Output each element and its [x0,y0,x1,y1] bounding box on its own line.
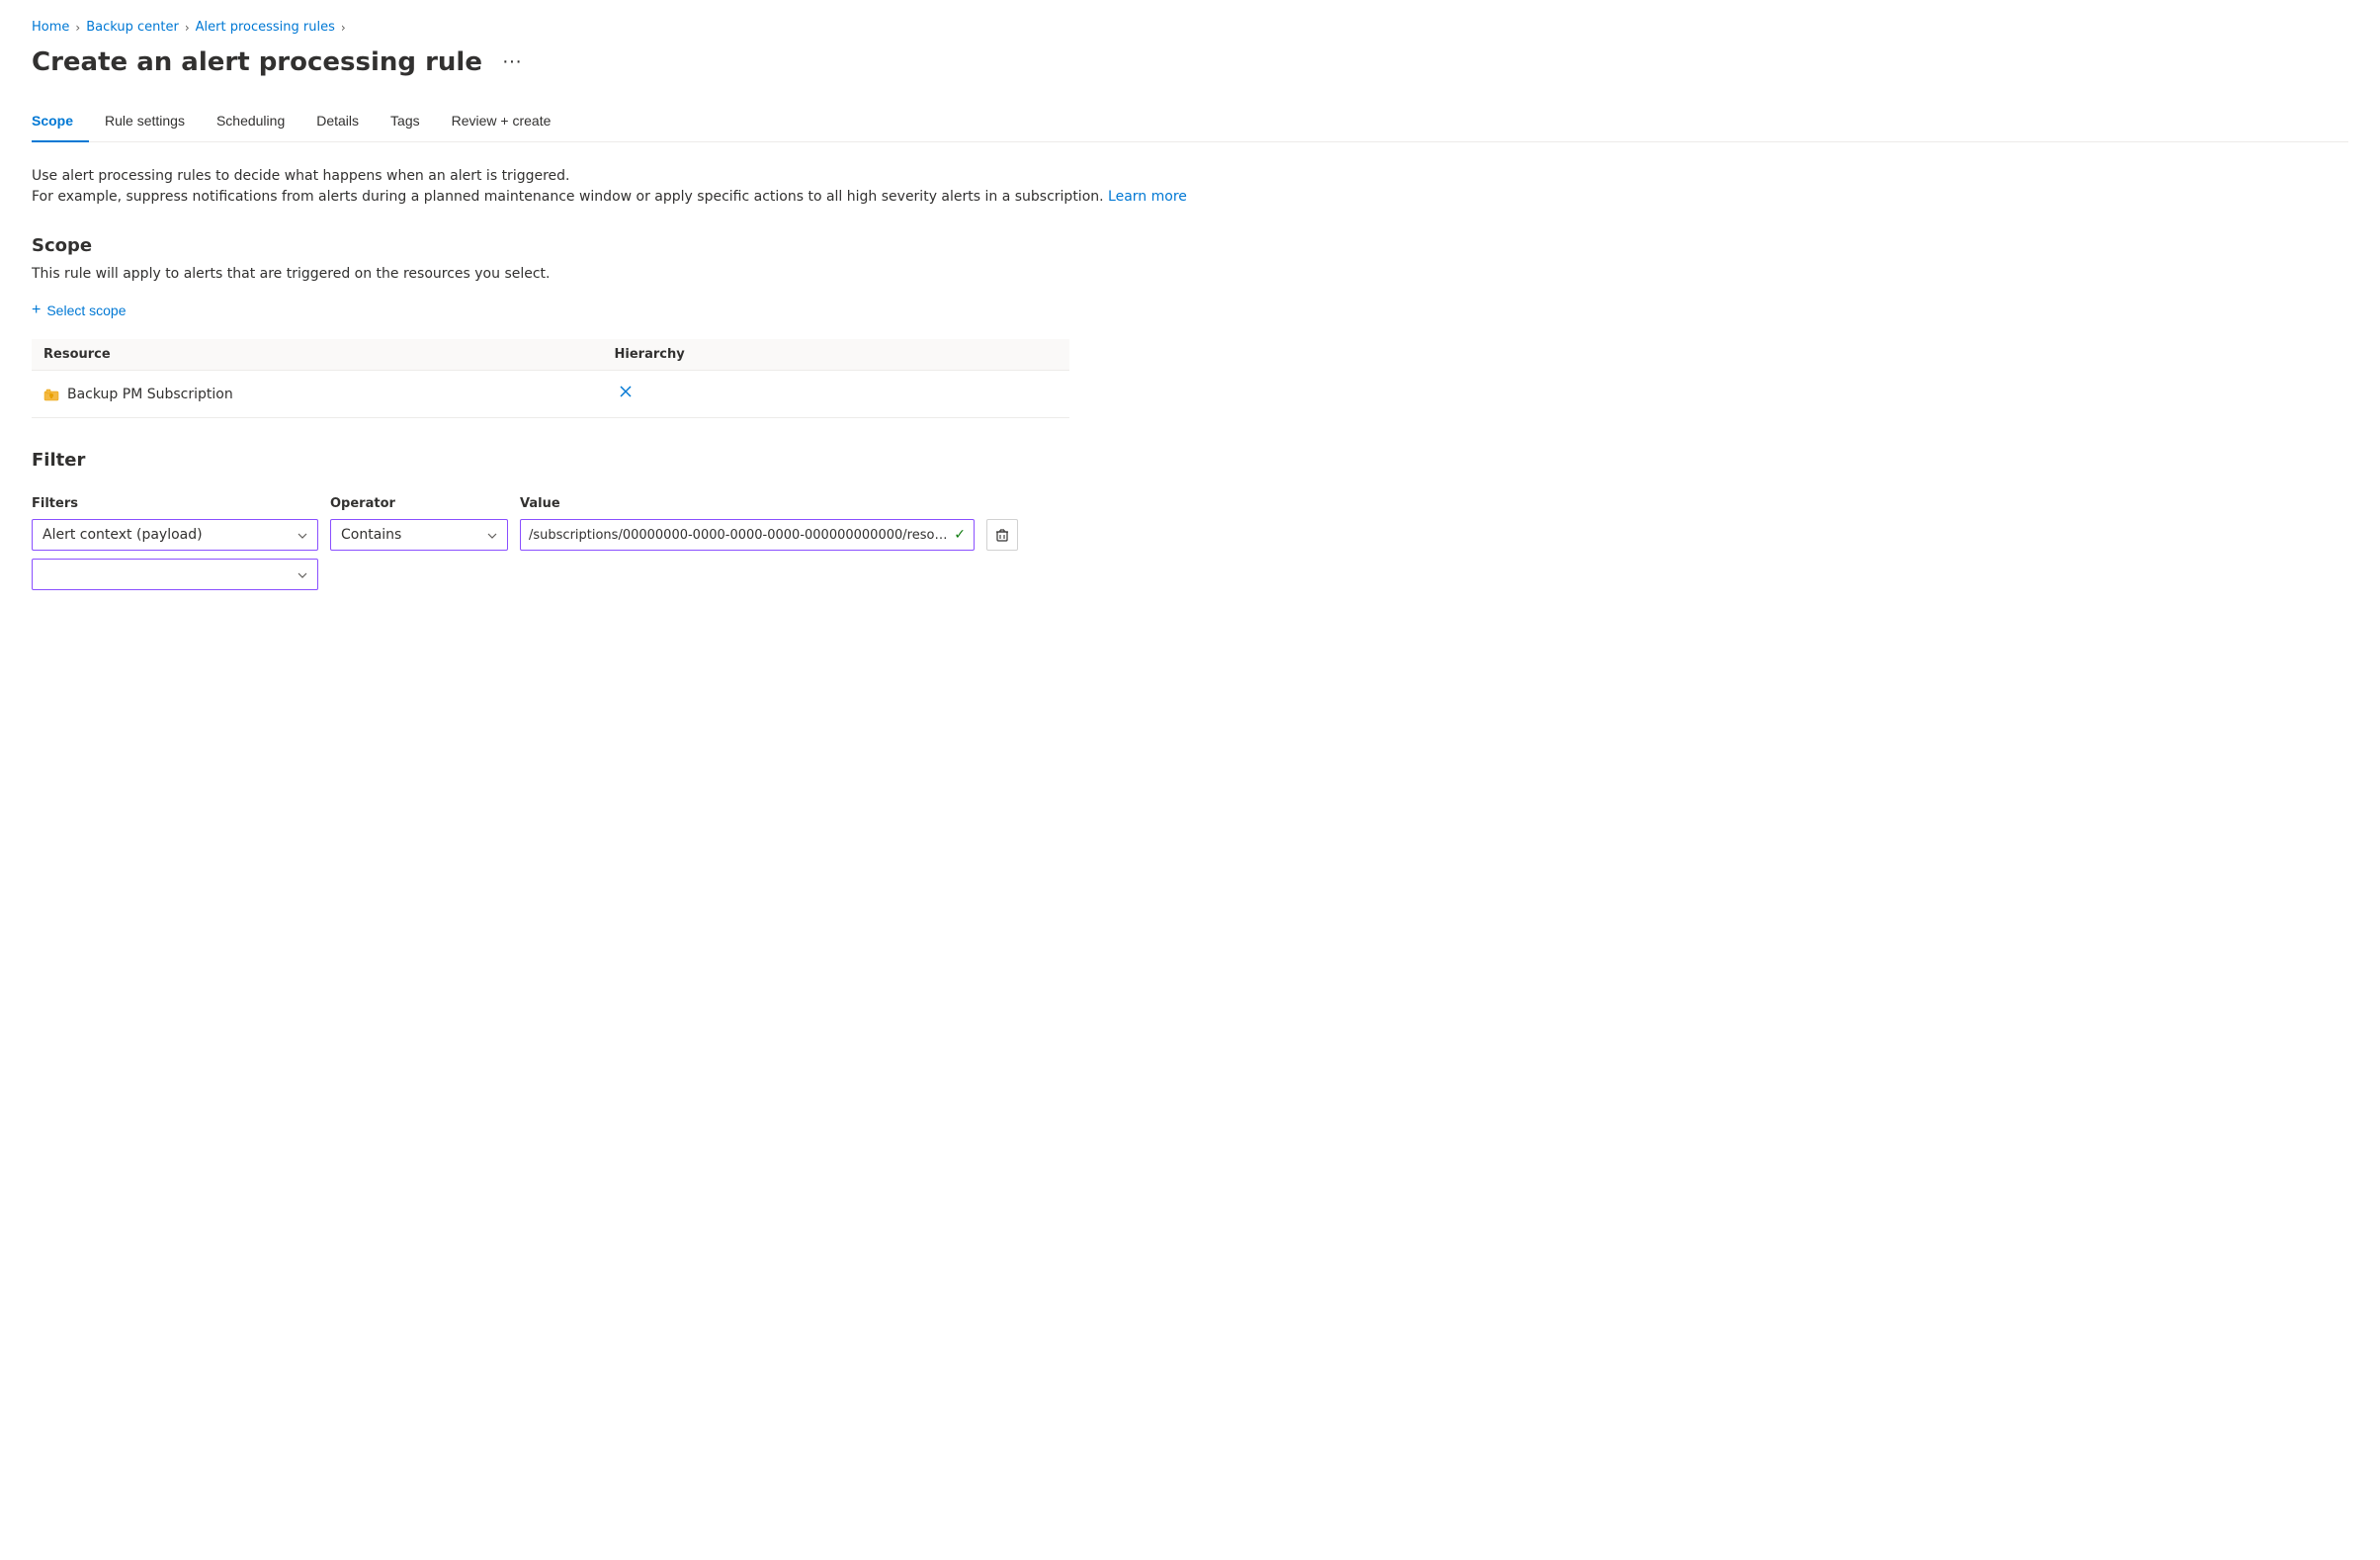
operator-chevron-icon [487,529,497,542]
tab-scope[interactable]: Scope [32,101,89,142]
tab-review-create[interactable]: Review + create [436,101,567,142]
tab-rule-settings[interactable]: Rule settings [89,101,201,142]
subscription-icon [43,387,59,402]
description-line2-text: For example, suppress notifications from… [32,189,1104,205]
operator-col-label: Operator [330,496,508,511]
more-options-button[interactable]: ··· [494,46,530,77]
filter-headers: Filters Operator Value [32,496,1069,511]
breadcrumb-backup-center[interactable]: Backup center [86,20,179,35]
value-check-icon: ✓ [954,527,966,543]
plus-icon: + [32,302,41,319]
filter-type-value: Alert context (payload) [42,527,203,543]
add-filter-row [32,559,1069,590]
filter-type-dropdown[interactable]: Alert context (payload) [32,519,318,551]
resource-table: Resource Hierarchy [32,339,1069,418]
resource-col-header: Resource [32,339,603,371]
page-title: Create an alert processing rule [32,47,482,77]
description-block: Use alert processing rules to decide wha… [32,166,2348,208]
delete-filter-button[interactable] [986,519,1018,551]
filter-chevron-icon [298,529,307,542]
tab-tags[interactable]: Tags [375,101,436,142]
breadcrumb-sep-3: › [341,21,346,35]
scope-subtitle: This rule will apply to alerts that are … [32,266,2348,282]
breadcrumb-sep-1: › [75,21,80,35]
add-filter-dropdown[interactable] [32,559,318,590]
filter-title: Filter [32,450,2348,471]
resource-cell: Backup PM Subscription [32,371,603,418]
operator-dropdown[interactable]: Contains [330,519,508,551]
value-col-label: Value [520,496,975,511]
select-scope-label: Select scope [46,303,126,318]
tabs-bar: Scope Rule settings Scheduling Details T… [32,101,2348,142]
add-filter-chevron-icon [298,568,307,581]
breadcrumb-alert-processing-rules[interactable]: Alert processing rules [196,20,335,35]
select-scope-button[interactable]: + Select scope [32,298,127,323]
breadcrumb-home[interactable]: Home [32,20,69,35]
description-line2: For example, suppress notifications from… [32,187,2348,208]
scope-section: Scope This rule will apply to alerts tha… [32,235,2348,418]
tab-details[interactable]: Details [300,101,375,142]
breadcrumb: Home › Backup center › Alert processing … [32,20,2348,35]
filter-value-text: /subscriptions/00000000-0000-0000-0000-0… [529,528,950,543]
description-line1: Use alert processing rules to decide wha… [32,166,2348,187]
filter-section: Filter Filters Operator Value Alert cont… [32,450,2348,590]
resource-name: Backup PM Subscription [67,387,233,402]
table-row: Backup PM Subscription [32,371,1069,418]
page-title-row: Create an alert processing rule ··· [32,46,2348,77]
filters-col-label: Filters [32,496,318,511]
hierarchy-col-header: Hierarchy [603,339,1070,371]
breadcrumb-sep-2: › [185,21,190,35]
filter-row-1: Alert context (payload) Contains /subscr… [32,519,1069,551]
operator-value: Contains [341,527,401,543]
remove-resource-button[interactable] [615,381,637,407]
scope-title: Scope [32,235,2348,256]
value-input[interactable]: /subscriptions/00000000-0000-0000-0000-0… [520,519,975,551]
hierarchy-cell [603,371,1070,418]
learn-more-link[interactable]: Learn more [1108,189,1187,205]
tab-scheduling[interactable]: Scheduling [201,101,300,142]
